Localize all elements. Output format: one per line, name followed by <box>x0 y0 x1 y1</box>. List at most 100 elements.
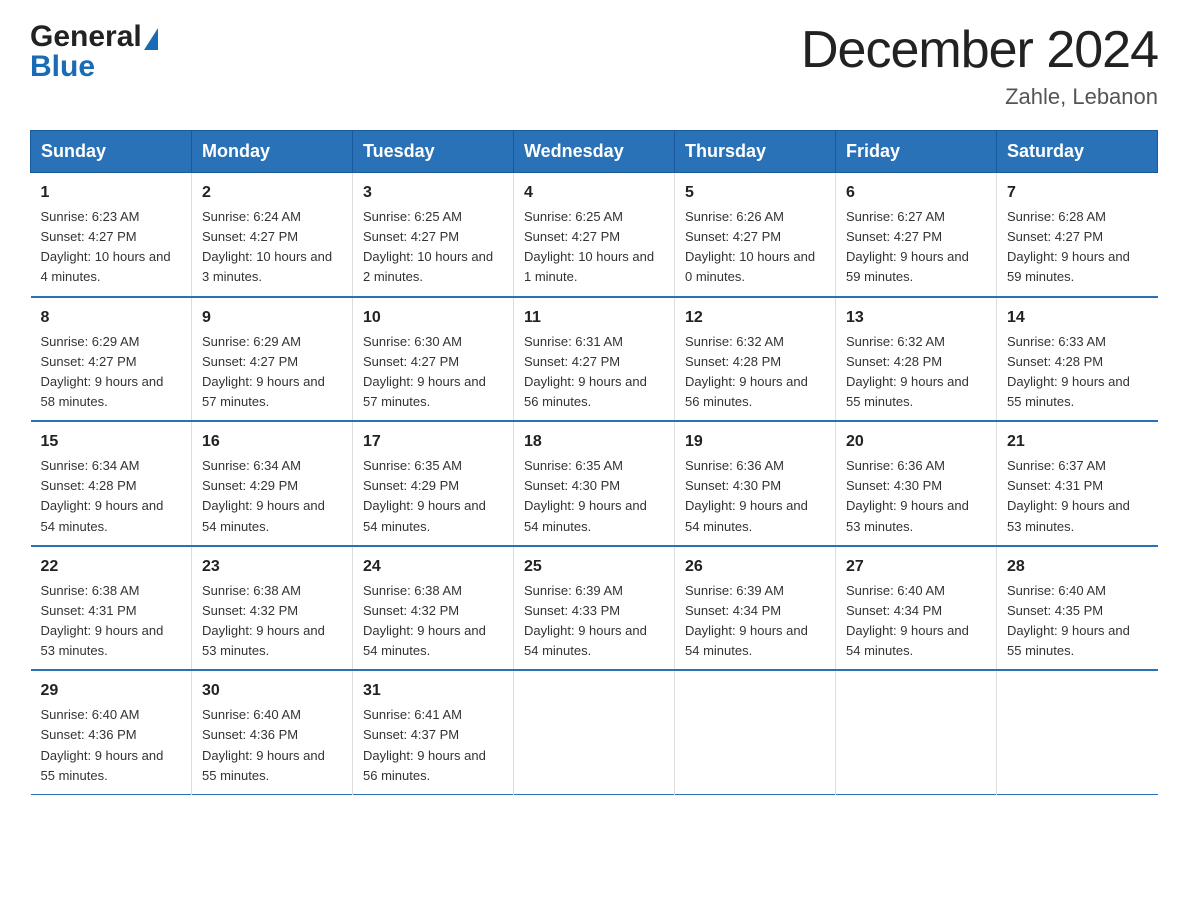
day-number: 6 <box>846 181 986 205</box>
calendar-week-row: 1Sunrise: 6:23 AMSunset: 4:27 PMDaylight… <box>31 173 1158 297</box>
day-number: 25 <box>524 555 664 579</box>
calendar-cell: 7Sunrise: 6:28 AMSunset: 4:27 PMDaylight… <box>997 173 1158 297</box>
calendar-cell: 29Sunrise: 6:40 AMSunset: 4:36 PMDayligh… <box>31 670 192 794</box>
calendar-week-row: 15Sunrise: 6:34 AMSunset: 4:28 PMDayligh… <box>31 421 1158 546</box>
day-info: Sunrise: 6:28 AMSunset: 4:27 PMDaylight:… <box>1007 207 1148 288</box>
day-info: Sunrise: 6:36 AMSunset: 4:30 PMDaylight:… <box>846 456 986 537</box>
day-number: 7 <box>1007 181 1148 205</box>
calendar-cell: 4Sunrise: 6:25 AMSunset: 4:27 PMDaylight… <box>514 173 675 297</box>
day-number: 26 <box>685 555 825 579</box>
calendar-cell: 22Sunrise: 6:38 AMSunset: 4:31 PMDayligh… <box>31 546 192 671</box>
day-info: Sunrise: 6:23 AMSunset: 4:27 PMDaylight:… <box>41 207 182 288</box>
day-number: 24 <box>363 555 503 579</box>
day-info: Sunrise: 6:40 AMSunset: 4:34 PMDaylight:… <box>846 581 986 662</box>
day-number: 1 <box>41 181 182 205</box>
calendar-cell: 17Sunrise: 6:35 AMSunset: 4:29 PMDayligh… <box>353 421 514 546</box>
calendar-cell <box>836 670 997 794</box>
day-number: 31 <box>363 679 503 703</box>
day-info: Sunrise: 6:36 AMSunset: 4:30 PMDaylight:… <box>685 456 825 537</box>
day-info: Sunrise: 6:33 AMSunset: 4:28 PMDaylight:… <box>1007 332 1148 413</box>
day-number: 2 <box>202 181 342 205</box>
logo: General Blue <box>30 20 158 84</box>
weekday-header-friday: Friday <box>836 131 997 173</box>
day-info: Sunrise: 6:35 AMSunset: 4:30 PMDaylight:… <box>524 456 664 537</box>
day-number: 10 <box>363 306 503 330</box>
calendar-cell: 11Sunrise: 6:31 AMSunset: 4:27 PMDayligh… <box>514 297 675 422</box>
calendar-cell: 30Sunrise: 6:40 AMSunset: 4:36 PMDayligh… <box>192 670 353 794</box>
day-info: Sunrise: 6:40 AMSunset: 4:36 PMDaylight:… <box>202 705 342 786</box>
day-info: Sunrise: 6:27 AMSunset: 4:27 PMDaylight:… <box>846 207 986 288</box>
calendar-cell: 28Sunrise: 6:40 AMSunset: 4:35 PMDayligh… <box>997 546 1158 671</box>
day-info: Sunrise: 6:34 AMSunset: 4:28 PMDaylight:… <box>41 456 182 537</box>
day-number: 3 <box>363 181 503 205</box>
day-info: Sunrise: 6:29 AMSunset: 4:27 PMDaylight:… <box>41 332 182 413</box>
day-number: 27 <box>846 555 986 579</box>
calendar-cell: 23Sunrise: 6:38 AMSunset: 4:32 PMDayligh… <box>192 546 353 671</box>
day-number: 17 <box>363 430 503 454</box>
day-number: 29 <box>41 679 182 703</box>
calendar-cell: 19Sunrise: 6:36 AMSunset: 4:30 PMDayligh… <box>675 421 836 546</box>
calendar-subtitle: Zahle, Lebanon <box>801 84 1158 110</box>
day-info: Sunrise: 6:37 AMSunset: 4:31 PMDaylight:… <box>1007 456 1148 537</box>
day-number: 5 <box>685 181 825 205</box>
calendar-cell: 13Sunrise: 6:32 AMSunset: 4:28 PMDayligh… <box>836 297 997 422</box>
day-info: Sunrise: 6:34 AMSunset: 4:29 PMDaylight:… <box>202 456 342 537</box>
day-info: Sunrise: 6:24 AMSunset: 4:27 PMDaylight:… <box>202 207 342 288</box>
calendar-title-block: December 2024 Zahle, Lebanon <box>801 20 1158 110</box>
calendar-cell: 21Sunrise: 6:37 AMSunset: 4:31 PMDayligh… <box>997 421 1158 546</box>
calendar-week-row: 22Sunrise: 6:38 AMSunset: 4:31 PMDayligh… <box>31 546 1158 671</box>
day-number: 9 <box>202 306 342 330</box>
calendar-title: December 2024 <box>801 20 1158 80</box>
calendar-cell: 8Sunrise: 6:29 AMSunset: 4:27 PMDaylight… <box>31 297 192 422</box>
day-number: 15 <box>41 430 182 454</box>
calendar-cell: 15Sunrise: 6:34 AMSunset: 4:28 PMDayligh… <box>31 421 192 546</box>
calendar-cell: 24Sunrise: 6:38 AMSunset: 4:32 PMDayligh… <box>353 546 514 671</box>
day-number: 28 <box>1007 555 1148 579</box>
day-info: Sunrise: 6:41 AMSunset: 4:37 PMDaylight:… <box>363 705 503 786</box>
day-number: 16 <box>202 430 342 454</box>
logo-triangle-icon <box>144 28 158 50</box>
day-info: Sunrise: 6:38 AMSunset: 4:31 PMDaylight:… <box>41 581 182 662</box>
day-number: 23 <box>202 555 342 579</box>
day-info: Sunrise: 6:29 AMSunset: 4:27 PMDaylight:… <box>202 332 342 413</box>
weekday-header-row: SundayMondayTuesdayWednesdayThursdayFrid… <box>31 131 1158 173</box>
day-number: 30 <box>202 679 342 703</box>
day-number: 19 <box>685 430 825 454</box>
day-number: 20 <box>846 430 986 454</box>
day-info: Sunrise: 6:30 AMSunset: 4:27 PMDaylight:… <box>363 332 503 413</box>
calendar-cell: 26Sunrise: 6:39 AMSunset: 4:34 PMDayligh… <box>675 546 836 671</box>
calendar-cell: 25Sunrise: 6:39 AMSunset: 4:33 PMDayligh… <box>514 546 675 671</box>
calendar-cell: 6Sunrise: 6:27 AMSunset: 4:27 PMDaylight… <box>836 173 997 297</box>
page-header: General Blue December 2024 Zahle, Lebano… <box>30 20 1158 110</box>
day-info: Sunrise: 6:40 AMSunset: 4:36 PMDaylight:… <box>41 705 182 786</box>
calendar-cell: 14Sunrise: 6:33 AMSunset: 4:28 PMDayligh… <box>997 297 1158 422</box>
calendar-cell <box>997 670 1158 794</box>
logo-blue: Blue <box>30 50 95 84</box>
calendar-cell: 3Sunrise: 6:25 AMSunset: 4:27 PMDaylight… <box>353 173 514 297</box>
calendar-cell: 31Sunrise: 6:41 AMSunset: 4:37 PMDayligh… <box>353 670 514 794</box>
day-number: 18 <box>524 430 664 454</box>
calendar-week-row: 29Sunrise: 6:40 AMSunset: 4:36 PMDayligh… <box>31 670 1158 794</box>
day-number: 8 <box>41 306 182 330</box>
day-info: Sunrise: 6:32 AMSunset: 4:28 PMDaylight:… <box>846 332 986 413</box>
calendar-cell: 12Sunrise: 6:32 AMSunset: 4:28 PMDayligh… <box>675 297 836 422</box>
calendar-cell: 10Sunrise: 6:30 AMSunset: 4:27 PMDayligh… <box>353 297 514 422</box>
day-info: Sunrise: 6:39 AMSunset: 4:33 PMDaylight:… <box>524 581 664 662</box>
calendar-cell: 20Sunrise: 6:36 AMSunset: 4:30 PMDayligh… <box>836 421 997 546</box>
calendar-week-row: 8Sunrise: 6:29 AMSunset: 4:27 PMDaylight… <box>31 297 1158 422</box>
day-info: Sunrise: 6:25 AMSunset: 4:27 PMDaylight:… <box>363 207 503 288</box>
calendar-cell: 27Sunrise: 6:40 AMSunset: 4:34 PMDayligh… <box>836 546 997 671</box>
calendar-cell: 5Sunrise: 6:26 AMSunset: 4:27 PMDaylight… <box>675 173 836 297</box>
weekday-header-tuesday: Tuesday <box>353 131 514 173</box>
calendar-cell <box>514 670 675 794</box>
weekday-header-wednesday: Wednesday <box>514 131 675 173</box>
day-info: Sunrise: 6:25 AMSunset: 4:27 PMDaylight:… <box>524 207 664 288</box>
calendar-cell: 16Sunrise: 6:34 AMSunset: 4:29 PMDayligh… <box>192 421 353 546</box>
day-info: Sunrise: 6:38 AMSunset: 4:32 PMDaylight:… <box>363 581 503 662</box>
day-info: Sunrise: 6:40 AMSunset: 4:35 PMDaylight:… <box>1007 581 1148 662</box>
calendar-cell: 9Sunrise: 6:29 AMSunset: 4:27 PMDaylight… <box>192 297 353 422</box>
logo-general: General <box>30 20 142 54</box>
calendar-cell: 2Sunrise: 6:24 AMSunset: 4:27 PMDaylight… <box>192 173 353 297</box>
day-info: Sunrise: 6:31 AMSunset: 4:27 PMDaylight:… <box>524 332 664 413</box>
day-number: 22 <box>41 555 182 579</box>
